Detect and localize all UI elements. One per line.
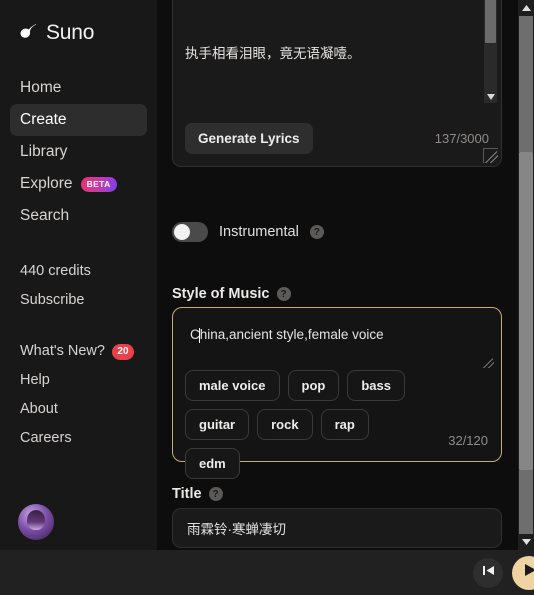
instrumental-toggle[interactable] xyxy=(172,222,208,242)
scroll-down-arrow-icon[interactable] xyxy=(518,534,534,550)
text-caret xyxy=(199,328,200,343)
help-circle-icon[interactable]: ? xyxy=(309,225,324,239)
style-chip-rock[interactable]: rock xyxy=(257,409,313,440)
lyrics-textarea[interactable]: 都门帐饮无绪，留恋处，兰舟催发。 执手相看泪眼，竟无语凝噎。 念去去，千里烟波，… xyxy=(173,0,501,119)
style-chip-pop[interactable]: pop xyxy=(287,370,340,401)
careers-label: Careers xyxy=(20,430,72,446)
sidebar-item-label: Create xyxy=(20,111,67,128)
lyrics-textarea-container[interactable]: 都门帐饮无绪，留恋处，兰舟催发。 执手相看泪眼，竟无语凝噎。 念去去，千里烟波，… xyxy=(172,0,502,167)
style-of-music-label-row: Style of Music ? xyxy=(172,286,291,302)
sidebar-item-label: Search xyxy=(20,207,70,224)
lyrics-scrollbar-thumb[interactable] xyxy=(485,0,496,43)
style-chip-edm[interactable]: edm xyxy=(185,448,240,479)
style-chip-rap[interactable]: rap xyxy=(320,409,369,440)
create-form: 都门帐饮无绪，留恋处，兰舟催发。 执手相看泪眼，竟无语凝噎。 念去去，千里烟波，… xyxy=(157,0,518,550)
sidebar-item-search[interactable]: Search xyxy=(10,200,147,232)
page-scrollbar-track-lower[interactable] xyxy=(519,470,533,534)
help-circle-icon[interactable]: ? xyxy=(208,487,223,501)
footer-nav: What's New? 20 Help About Careers xyxy=(0,337,157,453)
about-link[interactable]: About xyxy=(20,395,137,424)
style-of-music-input[interactable]: China,ancient style,female voice xyxy=(190,327,384,343)
sidebar-item-create[interactable]: Create xyxy=(10,104,147,136)
instrumental-row: Instrumental ? xyxy=(172,222,324,242)
skip-previous-icon xyxy=(482,564,495,582)
page-scrollbar-track-upper[interactable] xyxy=(519,16,533,152)
sidebar-item-label: Library xyxy=(20,143,68,160)
title-input[interactable]: 雨霖铃·寒蝉凄切 xyxy=(172,508,502,548)
style-of-music-value: China,ancient style,female voice xyxy=(190,327,384,342)
sidebar-item-home[interactable]: Home xyxy=(10,72,147,104)
help-circle-icon[interactable]: ? xyxy=(276,287,291,301)
sidebar: Suno Home Create Library Explore BETA Se… xyxy=(0,0,157,550)
lyrics-scroll-down-arrow-icon[interactable] xyxy=(484,90,497,103)
play-icon xyxy=(521,563,534,582)
scroll-up-arrow-icon[interactable] xyxy=(518,0,534,16)
style-chip-guitar[interactable]: guitar xyxy=(185,409,250,440)
whats-new-count-badge: 20 xyxy=(111,343,134,360)
account-section: 440 credits Subscribe xyxy=(0,257,157,315)
lyrics-char-count: 137/3000 xyxy=(434,131,489,146)
subscribe-link[interactable]: Subscribe xyxy=(20,286,137,315)
sidebar-item-library[interactable]: Library xyxy=(10,136,147,168)
about-label: About xyxy=(20,401,58,417)
whats-new-link[interactable]: What's New? 20 xyxy=(20,337,137,366)
sidebar-item-label: Home xyxy=(20,79,62,96)
whats-new-label: What's New? xyxy=(20,343,105,359)
player-bar xyxy=(0,550,534,595)
suno-create-page: Suno Home Create Library Explore BETA Se… xyxy=(0,0,534,595)
generate-lyrics-button[interactable]: Generate Lyrics xyxy=(185,123,313,154)
title-label: Title xyxy=(172,486,202,502)
style-resize-handle[interactable] xyxy=(483,357,494,368)
lyrics-scrollbar[interactable] xyxy=(484,0,497,103)
credits-label: 440 credits xyxy=(20,263,91,279)
avatar[interactable] xyxy=(18,504,54,540)
brand-name: Suno xyxy=(46,21,95,44)
sidebar-item-label: Explore xyxy=(20,175,73,192)
help-link[interactable]: Help xyxy=(20,366,137,395)
brand-logo-link[interactable]: Suno xyxy=(0,14,157,48)
help-label: Help xyxy=(20,372,50,388)
primary-nav: Home Create Library Explore BETA Search xyxy=(0,72,157,232)
lyrics-footer: Generate Lyrics 137/3000 xyxy=(173,119,501,166)
instrumental-label: Instrumental xyxy=(219,224,299,240)
suno-note-logo-icon xyxy=(17,23,39,43)
beta-badge: BETA xyxy=(80,176,117,192)
style-suggestion-chips: male voice pop bass guitar rock rap edm xyxy=(173,370,441,479)
style-chip-bass[interactable]: bass xyxy=(347,370,405,401)
skip-previous-button[interactable] xyxy=(473,557,503,588)
sidebar-item-explore[interactable]: Explore BETA xyxy=(10,168,147,200)
style-chip-male-voice[interactable]: male voice xyxy=(185,370,280,401)
lyrics-panel: 都门帐饮无绪，留恋处，兰舟催发。 执手相看泪眼，竟无语凝噎。 念去去，千里烟波，… xyxy=(172,0,502,167)
style-of-music-label: Style of Music xyxy=(172,286,270,302)
style-of-music-box[interactable]: China,ancient style,female voice male vo… xyxy=(172,307,502,479)
page-scrollbar[interactable] xyxy=(518,0,534,550)
style-input-area[interactable]: China,ancient style,female voice xyxy=(173,308,501,370)
title-label-row: Title ? xyxy=(172,486,223,502)
style-char-count: 32/120 xyxy=(448,433,488,448)
instrumental-toggle-knob xyxy=(174,224,190,240)
page-scrollbar-thumb[interactable] xyxy=(519,152,533,470)
play-button[interactable] xyxy=(512,555,534,590)
careers-link[interactable]: Careers xyxy=(20,424,137,453)
